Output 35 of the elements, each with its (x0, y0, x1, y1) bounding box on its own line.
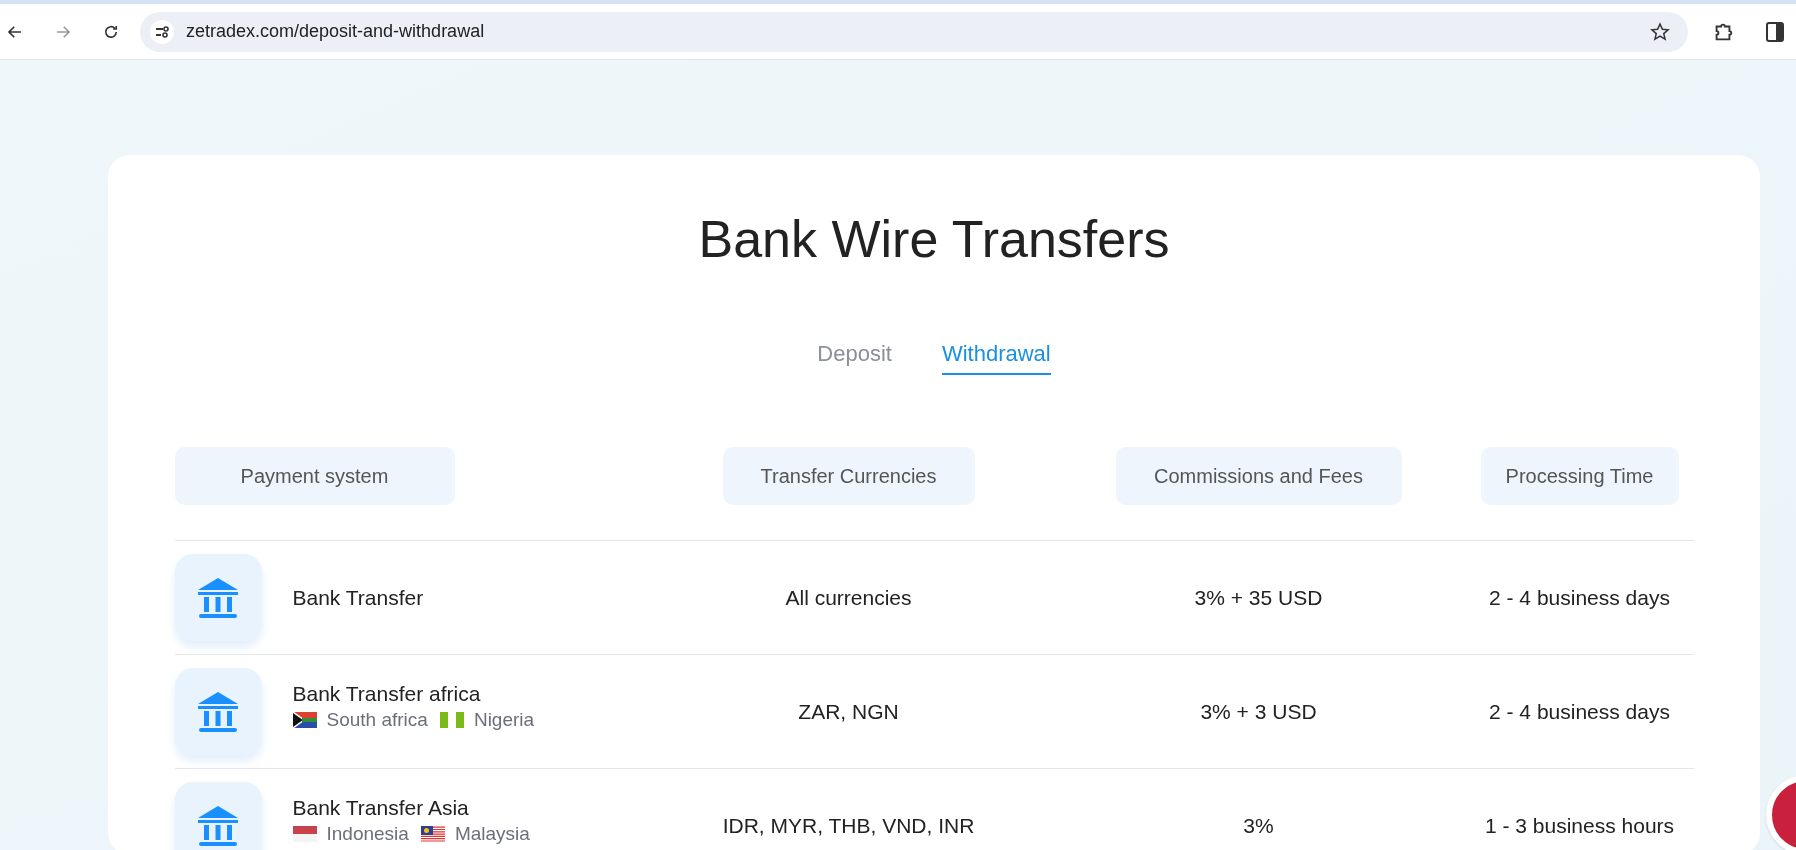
country-label: South africa (326, 708, 428, 731)
flag-icon (439, 711, 464, 728)
address-bar[interactable]: zetradex.com/deposit-and-withdrawal (140, 11, 1688, 52)
site-settings-icon[interactable] (150, 19, 174, 44)
payment-method-name: Bank Transfer (292, 584, 424, 611)
column-header: Processing Time (1480, 447, 1679, 505)
bank-icon (174, 554, 262, 641)
currencies-cell-text: ZAR, NGN (798, 698, 899, 725)
side-panel-icon[interactable] (1766, 21, 1784, 42)
fees-cell-text: 3% + 35 USD (1194, 584, 1323, 611)
processing-time-cell-text: 2 - 4 business days (1489, 698, 1670, 725)
column-header: Transfer Currencies (722, 447, 975, 505)
flag-icon (292, 711, 317, 728)
column-header: Payment system (174, 447, 455, 505)
fees-cell-text: 3% + 3 USD (1200, 698, 1317, 725)
country-label: Indonesia (326, 822, 409, 845)
payment-method-name: Bank Transfer Asia (292, 794, 470, 821)
country-label: Malaysia (454, 822, 530, 845)
currencies-cell-text: IDR, MYR, THB, VND, INR (722, 812, 975, 839)
bank-icon (174, 782, 262, 850)
page-title: Bank Wire Transfers (698, 209, 1170, 270)
tab[interactable]: Withdrawal (941, 337, 1051, 375)
country-label: Nigeria (473, 708, 535, 731)
bank-icon (174, 668, 262, 755)
payment-method-name: Bank Transfer africa (292, 680, 482, 707)
flag-icon (420, 825, 445, 842)
bookmark-star-icon[interactable] (1650, 21, 1670, 42)
processing-time-cell-text: 2 - 4 business days (1489, 584, 1670, 611)
flag-icon (292, 825, 317, 842)
processing-time-cell-text: 1 - 3 business hours (1484, 812, 1675, 839)
currencies-cell-text: All currencies (785, 584, 912, 611)
fees-cell-text: 3% (1243, 812, 1274, 839)
column-header: Commissions and Fees (1115, 447, 1402, 505)
url-text: zetradex.com/deposit-and-withdrawal (186, 20, 485, 43)
tab[interactable]: Deposit (817, 337, 892, 375)
